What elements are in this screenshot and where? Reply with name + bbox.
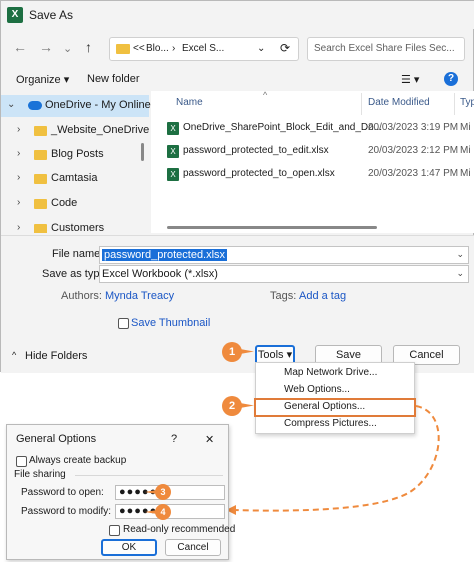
close-icon[interactable]: ✕ bbox=[205, 433, 214, 446]
step-marker-4: 4 bbox=[155, 504, 171, 520]
general-options-dialog: General Options ? ✕ Always create backup… bbox=[6, 424, 235, 560]
help-icon[interactable]: ? bbox=[171, 433, 177, 445]
always-create-backup-checkbox[interactable] bbox=[16, 456, 27, 467]
password-to-modify-label: Password to modify: bbox=[21, 506, 112, 517]
ok-button[interactable]: OK bbox=[101, 539, 157, 556]
group-divider bbox=[75, 475, 223, 476]
general-options-cancel-button[interactable]: Cancel bbox=[165, 539, 221, 556]
dialog-title: General Options bbox=[16, 433, 97, 445]
always-create-backup-label: Always create backup bbox=[29, 455, 127, 466]
read-only-recommended-checkbox[interactable] bbox=[109, 525, 120, 536]
password-to-open-label: Password to open: bbox=[21, 487, 104, 498]
read-only-recommended-label: Read-only recommended bbox=[123, 524, 236, 535]
step-marker-3: 3 bbox=[155, 484, 171, 500]
file-sharing-heading: File sharing bbox=[14, 469, 66, 480]
